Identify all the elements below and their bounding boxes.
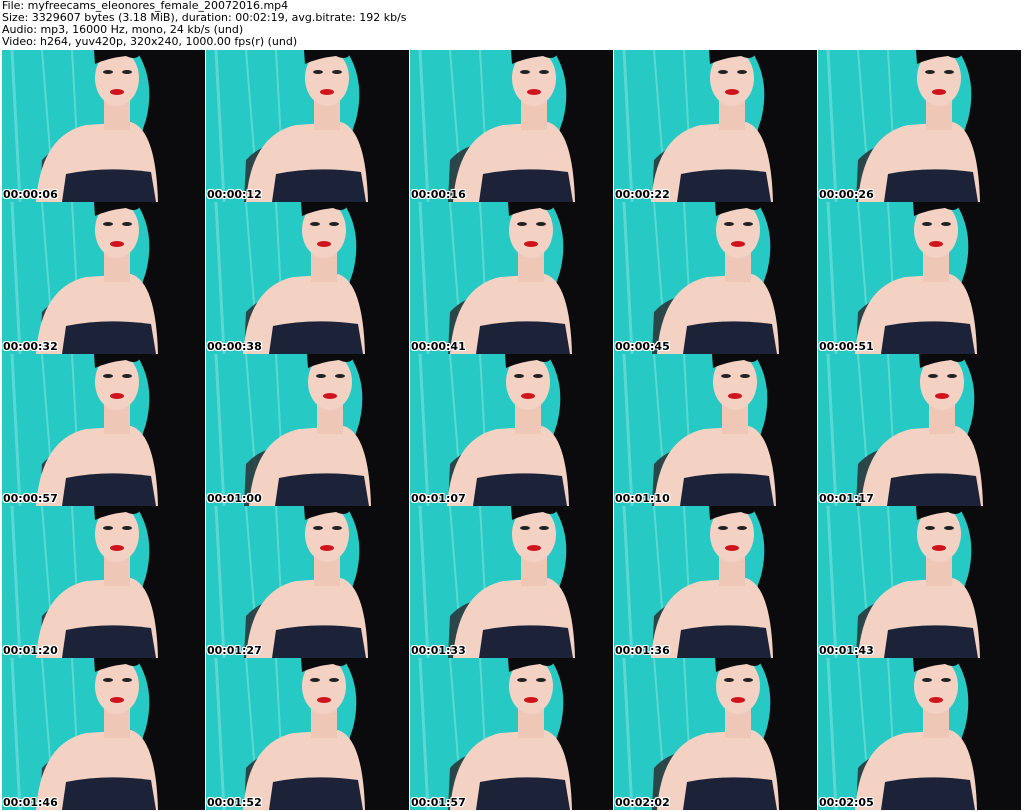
video-thumbnail: 00:01:27 [206,506,409,658]
thumbnail-frame-image [206,50,409,202]
video-info-line: Video: h264, yuv420p, 320x240, 1000.00 f… [2,35,298,48]
thumbnail-timestamp: 00:00:16 [411,188,466,201]
thumbnail-timestamp: 00:01:10 [615,492,670,505]
thumbnail-timestamp: 00:00:26 [819,188,874,201]
thumbnail-grid: 00:00:06 00:00:12 00:00:16 00:00:22 00:00:26… [2,50,1022,811]
thumbnail-frame-image [818,354,1021,506]
video-thumbnail: 00:01:20 [2,506,205,658]
video-thumbnail: 00:00:12 [206,50,409,202]
thumbnail-frame-image [2,658,205,810]
thumbnail-frame-image [614,354,817,506]
thumbnail-timestamp: 00:00:06 [3,188,58,201]
thumbnail-frame-image [614,506,817,658]
thumbnail-frame-image [2,506,205,658]
thumbnail-frame-image [818,506,1021,658]
video-thumbnail: 00:00:32 [2,202,205,354]
video-thumbnail: 00:00:16 [410,50,613,202]
video-thumbnail: 00:01:46 [2,658,205,810]
video-thumbnail: 00:00:26 [818,50,1021,202]
video-thumbnail: 00:00:06 [2,50,205,202]
thumbnail-timestamp: 00:00:22 [615,188,670,201]
thumbnail-frame-image [206,202,409,354]
thumbnail-frame-image [818,50,1021,202]
video-thumbnail: 00:01:33 [410,506,613,658]
thumbnail-frame-image [2,50,205,202]
thumbnail-timestamp: 00:00:12 [207,188,262,201]
video-thumbnail: 00:01:17 [818,354,1021,506]
video-thumbnail: 00:01:00 [206,354,409,506]
thumbnail-timestamp: 00:00:57 [3,492,58,505]
thumbnail-timestamp: 00:02:05 [819,796,874,809]
thumbnail-timestamp: 00:01:27 [207,644,262,657]
video-thumbnail: 00:01:10 [614,354,817,506]
thumbnail-frame-image [410,202,613,354]
thumbnail-frame-image [614,658,817,810]
thumbnail-frame-image [410,50,613,202]
video-thumbnail: 00:00:45 [614,202,817,354]
video-thumbnail: 00:00:41 [410,202,613,354]
thumbnail-timestamp: 00:01:52 [207,796,262,809]
thumbnail-timestamp: 00:00:45 [615,340,670,353]
video-thumbnail: 00:01:57 [410,658,613,810]
thumbnail-timestamp: 00:01:33 [411,644,466,657]
thumbnail-timestamp: 00:01:07 [411,492,466,505]
video-thumbnail: 00:01:36 [614,506,817,658]
video-thumbnail: 00:00:51 [818,202,1021,354]
thumbnail-frame-image [206,658,409,810]
thumbnail-frame-image [614,50,817,202]
video-thumbnail: 00:00:38 [206,202,409,354]
thumbnail-frame-image [2,354,205,506]
thumbnail-frame-image [818,658,1021,810]
thumbnail-timestamp: 00:00:32 [3,340,58,353]
thumbnail-frame-image [614,202,817,354]
thumbnail-timestamp: 00:00:41 [411,340,466,353]
thumbnail-frame-image [410,658,613,810]
thumbnail-timestamp: 00:01:17 [819,492,874,505]
video-thumbnail: 00:01:07 [410,354,613,506]
thumbnail-frame-image [206,506,409,658]
thumbnail-timestamp: 00:01:43 [819,644,874,657]
thumbnail-frame-image [818,202,1021,354]
video-thumbnail: 00:01:52 [206,658,409,810]
thumbnail-timestamp: 00:00:51 [819,340,874,353]
video-thumbnail: 00:02:02 [614,658,817,810]
thumbnail-timestamp: 00:00:38 [207,340,262,353]
thumbnail-timestamp: 00:01:00 [207,492,262,505]
thumbnail-frame-image [410,506,613,658]
thumbnail-frame-image [410,354,613,506]
thumbnail-frame-image [2,202,205,354]
thumbnail-timestamp: 00:01:46 [3,796,58,809]
video-thumbnail: 00:02:05 [818,658,1021,810]
thumbnail-timestamp: 00:01:57 [411,796,466,809]
video-thumbnail: 00:00:57 [2,354,205,506]
thumbnail-timestamp: 00:01:36 [615,644,670,657]
video-thumbnail: 00:00:22 [614,50,817,202]
thumbnail-timestamp: 00:01:20 [3,644,58,657]
thumbnail-timestamp: 00:02:02 [615,796,670,809]
thumbnail-frame-image [206,354,409,506]
file-info-header: File: myfreecams_eleonores_female_200720… [2,0,1022,50]
video-thumbnail: 00:01:43 [818,506,1021,658]
